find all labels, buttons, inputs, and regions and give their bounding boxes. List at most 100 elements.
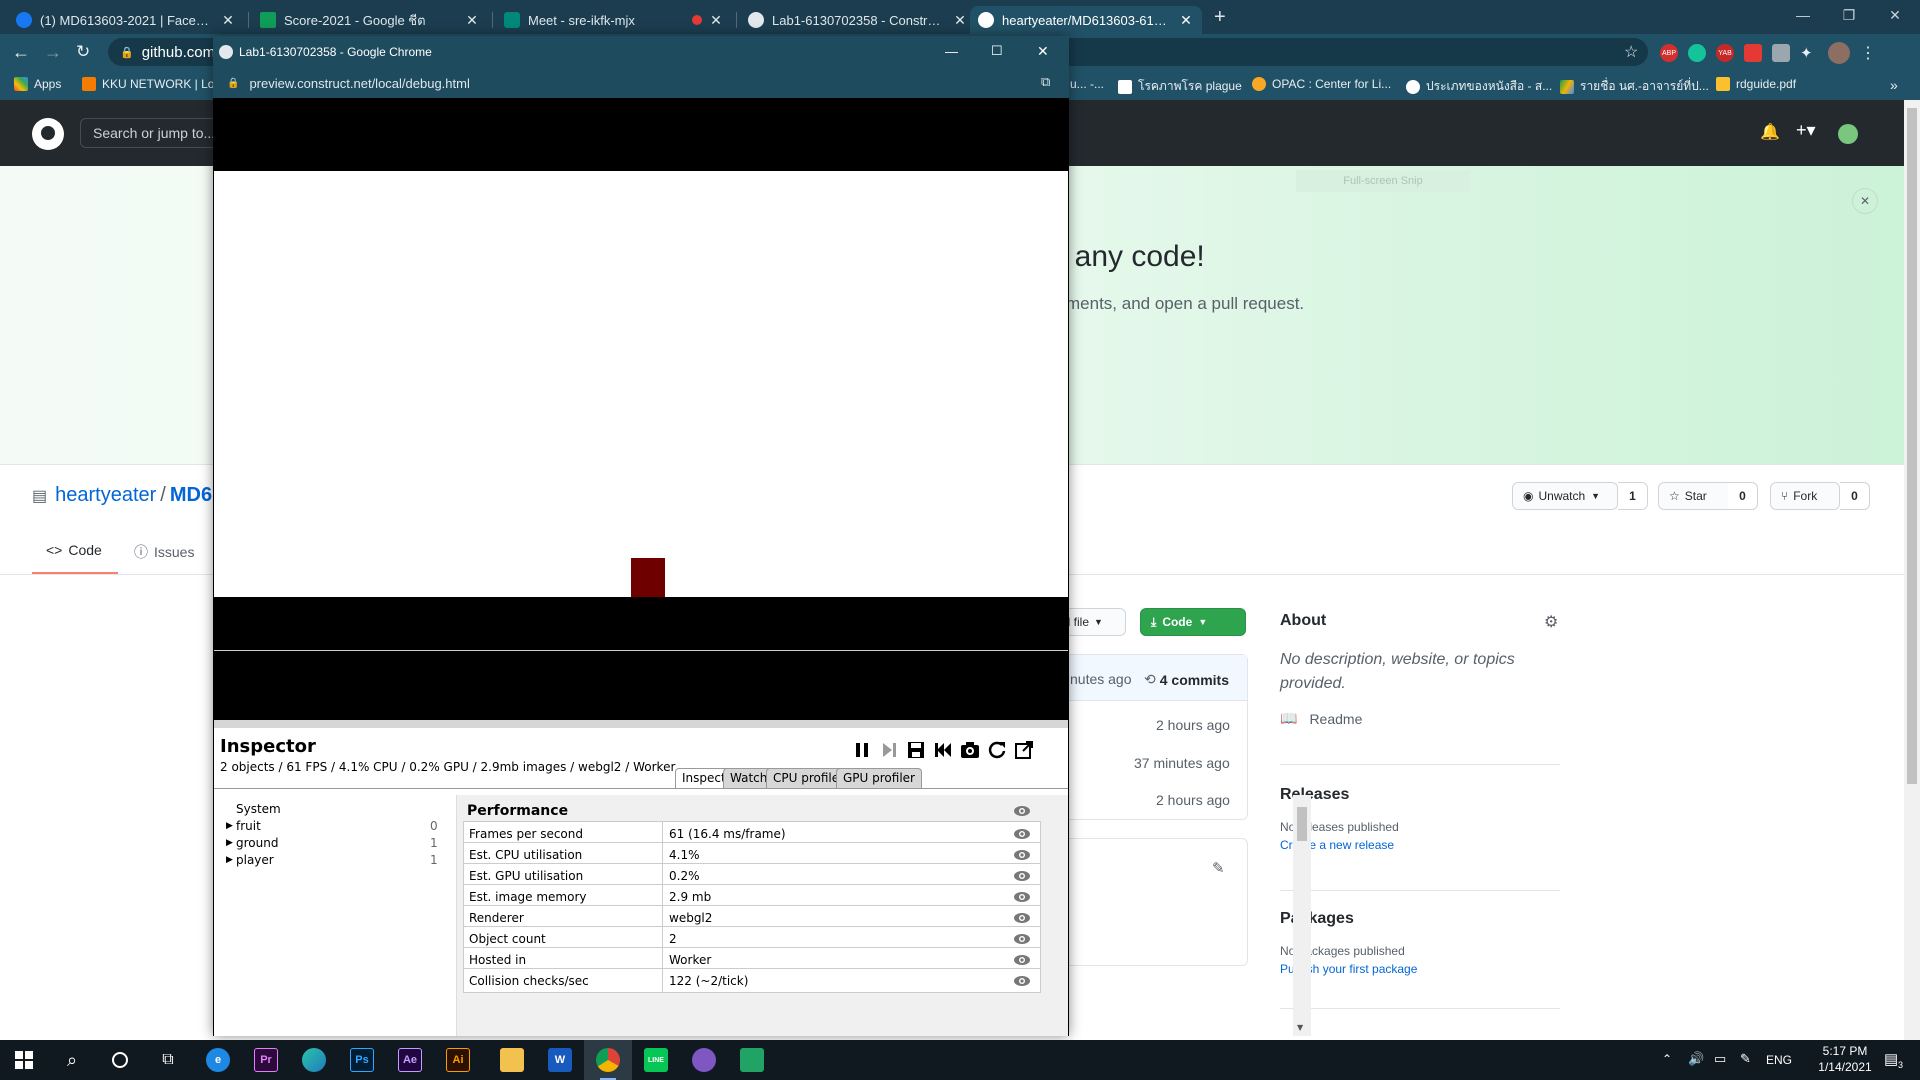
load-state-icon[interactable] <box>933 740 953 760</box>
taskbar-app-line[interactable]: LINE <box>632 1040 680 1080</box>
close-icon[interactable]: ✕ <box>1037 43 1049 60</box>
taskbar-app-edge-legacy[interactable]: e <box>194 1040 242 1080</box>
tab-github[interactable]: heartyeater/MD613603-61307023 ✕ <box>970 6 1202 34</box>
create-new-icon[interactable]: +▾ <box>1796 120 1816 141</box>
edit-pencil-icon[interactable]: ✎ <box>1212 859 1225 877</box>
taskbar-app-chrome[interactable] <box>584 1040 632 1080</box>
commits-link[interactable]: ⟲ 4 commits <box>1144 671 1229 688</box>
bookmark-books[interactable]: ประเภทของหนังสือ - ส... <box>1406 77 1552 96</box>
taskbar-app-green[interactable] <box>728 1040 776 1080</box>
close-icon[interactable]: ✕ <box>220 12 236 29</box>
bookmark-star-icon[interactable]: ☆ <box>1624 42 1638 62</box>
task-view-icon[interactable]: ⧉ <box>144 1040 192 1080</box>
printer-icon[interactable] <box>1772 44 1790 62</box>
bookmark-opac[interactable]: OPAC : Center for Li... <box>1252 77 1391 91</box>
watch-eye-icon[interactable] <box>1013 975 1031 987</box>
watch-eye-icon[interactable] <box>1013 849 1031 861</box>
watch-eye-icon[interactable] <box>1013 954 1031 966</box>
dismiss-banner-icon[interactable]: ✕ <box>1852 188 1878 214</box>
taskbar-app-edge[interactable] <box>290 1040 338 1080</box>
pocket-icon[interactable] <box>1744 44 1762 62</box>
taskbar-app-premiere[interactable]: Pr <box>242 1040 290 1080</box>
minimize-icon[interactable]: — <box>1780 0 1826 30</box>
star-count[interactable]: 0 <box>1728 482 1758 510</box>
back-icon[interactable]: ← <box>12 42 30 63</box>
bookmark-plague[interactable]: โรคภาพโรค plague <box>1118 77 1242 96</box>
notification-bell-icon[interactable]: 🔔 <box>1760 122 1780 142</box>
search-icon[interactable]: ⌕ <box>48 1040 96 1080</box>
watch-eye-icon[interactable] <box>1013 828 1031 840</box>
watch-eye-icon[interactable] <box>1013 933 1031 945</box>
inspector-scrollbar[interactable]: ▼ <box>1293 795 1311 1036</box>
bookmark-rdguide[interactable]: rdguide.pdf <box>1716 77 1796 91</box>
close-icon[interactable]: ✕ <box>464 12 480 29</box>
taskbar-app-photoshop[interactable]: Ps <box>338 1040 386 1080</box>
page-scrollbar[interactable] <box>1904 100 1920 1040</box>
publish-package-link[interactable]: Publish your first package <box>1280 962 1560 976</box>
extensions-puzzle-icon[interactable]: ✦ <box>1800 44 1818 62</box>
notification-center-icon[interactable]: ▤ <box>1884 1050 1898 1068</box>
menu-kebab-icon[interactable]: ⋮ <box>1860 43 1876 63</box>
nav-issues-tab[interactable]: ⓘ Issues <box>134 542 194 562</box>
bookmark-kku[interactable]: KKU NETWORK | Lo... <box>82 77 224 91</box>
repo-owner-link[interactable]: heartyeater <box>55 484 156 507</box>
code-download-button[interactable]: ⤓ Code ▼ <box>1140 608 1246 636</box>
taskbar-app-explorer[interactable] <box>488 1040 536 1080</box>
reload-icon[interactable]: ↻ <box>76 42 90 62</box>
bookmark-drive[interactable]: รายชื่อ นศ.-อาจารย์ที่ป... <box>1560 77 1709 96</box>
taskbar-app-illustrator[interactable]: Ai <box>434 1040 482 1080</box>
tree-fruit[interactable]: ▶ fruit 0 <box>218 819 448 836</box>
language-indicator[interactable]: ENG <box>1766 1053 1792 1067</box>
watch-count[interactable]: 1 <box>1618 482 1648 510</box>
expand-arrow-icon[interactable]: ▶ <box>226 855 233 865</box>
user-avatar[interactable] <box>1838 124 1858 144</box>
create-release-link[interactable]: Create a new release <box>1280 838 1560 852</box>
profile-avatar[interactable] <box>1828 42 1850 64</box>
tab-sheets[interactable]: Score-2021 - Google ชีต ✕ <box>252 6 488 34</box>
watch-eye-icon[interactable] <box>1013 805 1031 817</box>
nav-code-tab[interactable]: <> Code <box>46 542 102 558</box>
save-state-icon[interactable] <box>906 740 926 760</box>
expand-arrow-icon[interactable]: ▶ <box>226 821 233 831</box>
volume-icon[interactable]: 🔊 <box>1688 1051 1704 1067</box>
popout-icon[interactable] <box>1014 740 1034 760</box>
readme-link[interactable]: 📖 Readme <box>1280 710 1560 727</box>
close-icon[interactable]: ✕ <box>1178 12 1194 29</box>
packages-heading[interactable]: Packages <box>1280 910 1560 928</box>
expand-arrow-icon[interactable]: ▶ <box>226 838 233 848</box>
watch-eye-icon[interactable] <box>1013 870 1031 882</box>
grammarly-icon[interactable] <box>1688 44 1706 62</box>
bookmark-3[interactable]: u... -... <box>1070 77 1104 91</box>
close-icon[interactable]: ✕ <box>708 12 724 29</box>
watch-eye-icon[interactable] <box>1013 891 1031 903</box>
bookmark-apps[interactable]: Apps <box>14 77 61 91</box>
close-window-icon[interactable]: ✕ <box>1872 0 1918 30</box>
restore-icon[interactable]: ❐ <box>1826 0 1872 30</box>
fork-count[interactable]: 0 <box>1840 482 1870 510</box>
game-canvas[interactable] <box>214 171 1068 597</box>
settings-gear-icon[interactable]: ⚙ <box>1544 612 1558 632</box>
tab-meet[interactable]: Meet - sre-ikfk-mjx ✕ <box>496 6 732 34</box>
pen-icon[interactable]: ✎ <box>1740 1051 1751 1067</box>
taskbar-app-aftereffects[interactable]: Ae <box>386 1040 434 1080</box>
step-icon[interactable] <box>879 740 899 760</box>
releases-heading[interactable]: Releases <box>1280 786 1560 804</box>
adblock-icon[interactable]: ABP <box>1660 44 1678 62</box>
tab-gpu-profiler[interactable]: GPU profiler <box>836 768 922 788</box>
repo-name-link[interactable]: MD6 <box>170 484 212 507</box>
tab-construct[interactable]: Lab1-6130702358 - Construct 3 ✕ <box>740 6 976 34</box>
cortana-icon[interactable] <box>96 1040 144 1080</box>
restart-icon[interactable] <box>987 740 1007 760</box>
watch-eye-icon[interactable] <box>1013 912 1031 924</box>
taskbar-app-word[interactable]: W <box>536 1040 584 1080</box>
screenshot-icon[interactable] <box>960 740 980 760</box>
forward-icon[interactable]: → <box>44 42 62 63</box>
minimize-icon[interactable]: — <box>945 44 958 59</box>
github-logo-icon[interactable] <box>32 118 64 150</box>
tree-system[interactable]: System <box>218 802 448 819</box>
new-tab-button[interactable]: + <box>1214 6 1226 29</box>
maximize-icon[interactable]: ☐ <box>991 43 1003 59</box>
taskbar-app-purple[interactable] <box>680 1040 728 1080</box>
close-icon[interactable]: ✕ <box>952 12 968 29</box>
tray-chevron-icon[interactable]: ⌃ <box>1662 1052 1672 1066</box>
